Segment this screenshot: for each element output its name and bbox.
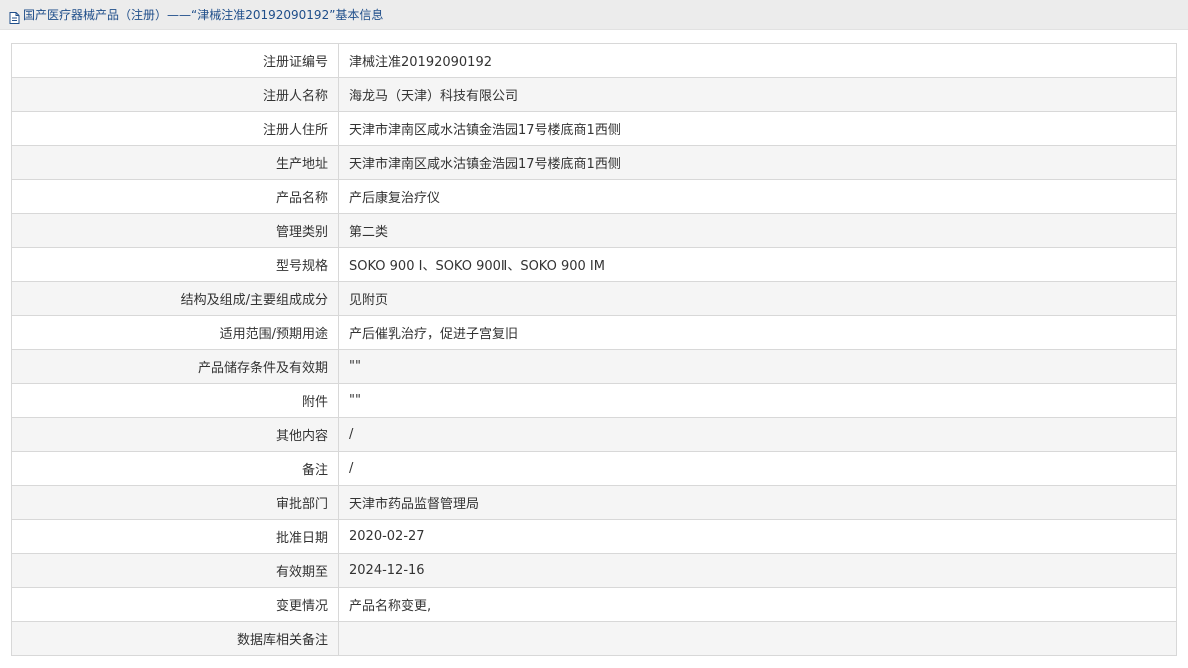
field-label: 结构及组成/主要组成成分 <box>11 281 339 316</box>
field-value: 津械注准20192090192 <box>338 43 1177 78</box>
field-value: 产后康复治疗仪 <box>338 179 1177 214</box>
field-value: / <box>338 451 1177 486</box>
field-value <box>338 621 1177 656</box>
field-value: 2024-12-16 <box>338 553 1177 588</box>
table-row: 附件 "" <box>11 383 1177 418</box>
table-row: 产品名称 产后康复治疗仪 <box>11 179 1177 214</box>
table-row: 适用范围/预期用途 产后催乳治疗，促进子宫复旧 <box>11 315 1177 350</box>
field-label: 产品储存条件及有效期 <box>11 349 339 384</box>
table-row: 注册人名称 海龙马（天津）科技有限公司 <box>11 77 1177 112</box>
field-value: "" <box>338 349 1177 384</box>
field-label: 变更情况 <box>11 587 339 622</box>
field-value: 天津市津南区咸水沽镇金浩园17号楼底商1西侧 <box>338 145 1177 180</box>
table-row: 其他内容 / <box>11 417 1177 452</box>
field-value: 天津市药品监督管理局 <box>338 485 1177 520</box>
field-label: 有效期至 <box>11 553 339 588</box>
field-value: 产后催乳治疗，促进子宫复旧 <box>338 315 1177 350</box>
field-label: 审批部门 <box>11 485 339 520</box>
field-value: 见附页 <box>338 281 1177 316</box>
table-row: 生产地址 天津市津南区咸水沽镇金浩园17号楼底商1西侧 <box>11 145 1177 180</box>
field-label: 其他内容 <box>11 417 339 452</box>
field-label: 数据库相关备注 <box>11 621 339 656</box>
table-row: 结构及组成/主要组成成分 见附页 <box>11 281 1177 316</box>
field-label: 生产地址 <box>11 145 339 180</box>
field-label: 型号规格 <box>11 247 339 282</box>
breadcrumb[interactable]: 国产医疗器械产品（注册）——“津械注准20192090192”基本信息 <box>23 6 383 23</box>
product-info-table: 注册证编号 津械注准20192090192 注册人名称 海龙马（天津）科技有限公司 注册… <box>11 43 1177 656</box>
breadcrumb-bar: 国产医疗器械产品（注册）——“津械注准20192090192”基本信息 <box>0 0 1188 30</box>
table-row: 变更情况 产品名称变更, <box>11 587 1177 622</box>
table-row: 注册证编号 津械注准20192090192 <box>11 43 1177 78</box>
field-label: 管理类别 <box>11 213 339 248</box>
table-row: 注册人住所 天津市津南区咸水沽镇金浩园17号楼底商1西侧 <box>11 111 1177 146</box>
field-label: 注册人住所 <box>11 111 339 146</box>
table-row: 备注 / <box>11 451 1177 486</box>
table-row: 管理类别 第二类 <box>11 213 1177 248</box>
document-icon <box>9 9 20 24</box>
field-label: 附件 <box>11 383 339 418</box>
table-row: 产品储存条件及有效期 "" <box>11 349 1177 384</box>
table-row: 有效期至 2024-12-16 <box>11 553 1177 588</box>
field-label: 注册人名称 <box>11 77 339 112</box>
field-label: 产品名称 <box>11 179 339 214</box>
field-label: 批准日期 <box>11 519 339 554</box>
table-row: 审批部门 天津市药品监督管理局 <box>11 485 1177 520</box>
field-value: 产品名称变更, <box>338 587 1177 622</box>
field-label: 适用范围/预期用途 <box>11 315 339 350</box>
field-value: / <box>338 417 1177 452</box>
field-value: SOKO 900 Ⅰ、SOKO 900Ⅱ、SOKO 900 ⅠM <box>338 247 1177 282</box>
field-value: "" <box>338 383 1177 418</box>
field-value: 天津市津南区咸水沽镇金浩园17号楼底商1西侧 <box>338 111 1177 146</box>
field-value: 2020-02-27 <box>338 519 1177 554</box>
table-row: 批准日期 2020-02-27 <box>11 519 1177 554</box>
table-row: 型号规格 SOKO 900 Ⅰ、SOKO 900Ⅱ、SOKO 900 ⅠM <box>11 247 1177 282</box>
field-label: 注册证编号 <box>11 43 339 78</box>
table-row: 数据库相关备注 <box>11 621 1177 656</box>
field-value: 海龙马（天津）科技有限公司 <box>338 77 1177 112</box>
field-label: 备注 <box>11 451 339 486</box>
field-value: 第二类 <box>338 213 1177 248</box>
